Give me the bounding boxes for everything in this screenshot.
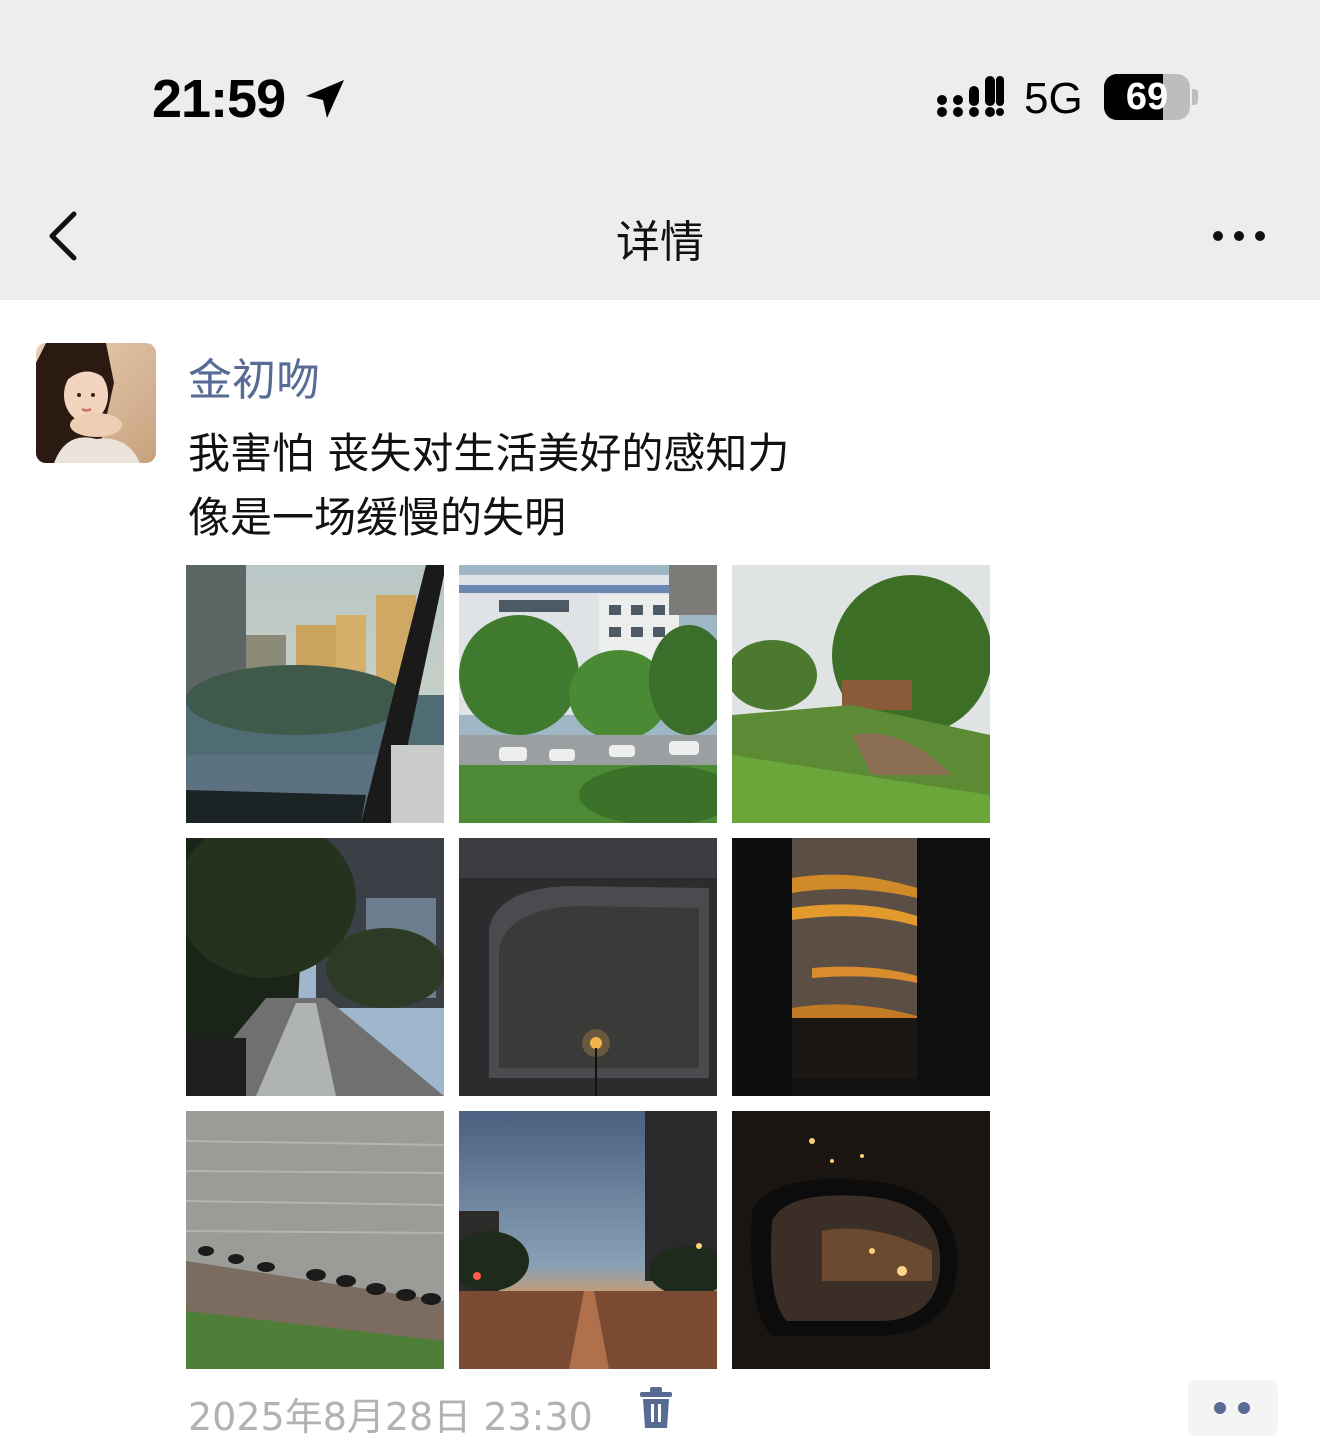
photo-5[interactable] xyxy=(459,838,717,1096)
location-arrow-icon xyxy=(306,80,344,118)
author-name[interactable]: 金初吻 xyxy=(188,344,320,408)
trash-icon[interactable] xyxy=(636,1386,676,1430)
page-title: 详情 xyxy=(616,217,704,268)
photo-4[interactable] xyxy=(186,838,444,1096)
status-time: 21:59 xyxy=(152,69,286,129)
photo-image xyxy=(459,565,717,823)
photo-2[interactable] xyxy=(459,565,717,823)
post-actions-button[interactable] xyxy=(1188,1380,1278,1436)
photo-image xyxy=(732,838,990,1096)
post-text: 我害怕 丧失对生活美好的感知力 像是一场缓慢的失明 xyxy=(188,422,789,550)
post-text-line: 像是一场缓慢的失明 xyxy=(188,493,567,542)
avatar-image xyxy=(36,343,156,463)
ellipsis-icon xyxy=(1213,231,1265,241)
photo-image xyxy=(186,838,444,1096)
two-dots-icon xyxy=(1214,1402,1250,1414)
more-button[interactable] xyxy=(1200,212,1280,260)
photo-8[interactable] xyxy=(459,1111,717,1369)
photo-image xyxy=(459,1111,717,1369)
photo-image xyxy=(732,1111,990,1369)
chevron-left-icon xyxy=(49,211,77,261)
photo-image xyxy=(186,1111,444,1369)
photo-image xyxy=(459,838,717,1096)
photo-3[interactable] xyxy=(732,565,990,823)
battery-nub xyxy=(1192,89,1198,105)
photo-7[interactable] xyxy=(186,1111,444,1369)
photo-9[interactable] xyxy=(732,1111,990,1369)
back-button[interactable] xyxy=(36,200,96,272)
photo-6[interactable] xyxy=(732,838,990,1096)
post-timestamp: 2025年8月28日 23:30 xyxy=(188,1395,593,1439)
network-label: 5G xyxy=(1024,74,1083,123)
photo-grid xyxy=(186,565,990,1369)
battery-percent: 69 xyxy=(1125,76,1169,118)
signal-bars-icon xyxy=(937,76,1004,117)
photo-1[interactable] xyxy=(186,565,444,823)
photo-image xyxy=(186,565,444,823)
post-text-line: 我害怕 丧失对生活美好的感知力 xyxy=(188,429,790,478)
battery-indicator: 69 xyxy=(1104,74,1190,120)
avatar[interactable] xyxy=(36,343,156,463)
photo-image xyxy=(732,565,990,823)
